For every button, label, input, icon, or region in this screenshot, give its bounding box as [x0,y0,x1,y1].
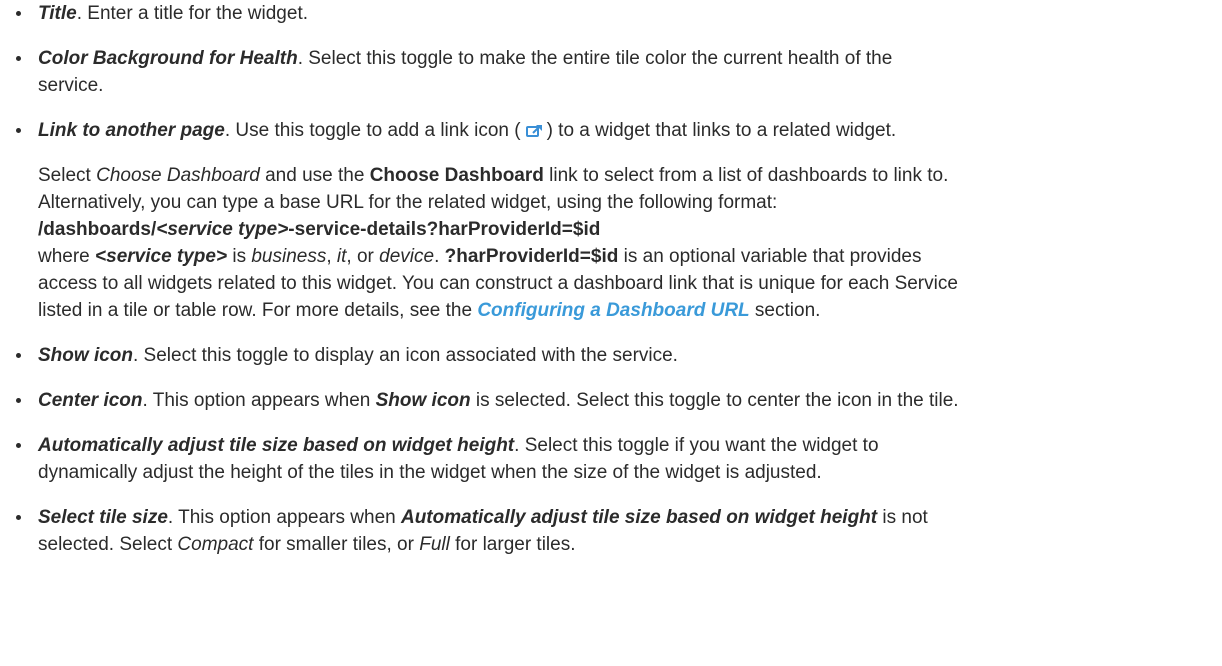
description: ) to a widget that links to a related wi… [546,120,897,141]
url-part: -service-details?harProviderId=$id [288,219,601,240]
list-item-show-icon: Show icon. Select this toggle to display… [0,342,1212,369]
term-show-icon: Show icon [38,345,133,366]
text: for smaller tiles, or [253,534,420,555]
list-item-auto-adjust: Automatically adjust tile size based on … [0,432,1212,486]
term-select-tile-size: Select tile size [38,507,168,528]
paragraph: Automatically adjust tile size based on … [38,432,1212,486]
description: . Enter a title for the widget. [76,3,309,24]
list-item-color-background: Color Background for Health. Select this… [0,45,1212,99]
text: , or [346,246,380,267]
paragraph: Select Choose Dashboard and use the Choo… [38,162,1212,324]
text: section. [749,300,821,321]
paragraph: Title. Enter a title for the widget. [38,0,1212,27]
text: Select [38,165,97,186]
term-center-icon: Center icon [38,390,143,411]
configuring-dashboard-url-link[interactable]: Configuring a Dashboard URL [477,300,749,321]
description: . Select this toggle to make the entire … [297,48,893,69]
text: selected. Select [38,534,178,555]
text: is not [877,507,928,528]
option-list: Title. Enter a title for the widget. Col… [0,0,1212,558]
text: . [434,246,445,267]
text: Alternatively, you can type a base URL f… [38,192,778,213]
text: and use the [259,165,370,186]
choose-dashboard-link: Choose Dashboard [369,165,544,186]
service-type-placeholder: <service type> [95,246,228,267]
text: . Select this toggle if you want the wid… [514,435,879,456]
list-item-center-icon: Center icon. This option appears when Sh… [0,387,1212,414]
url-placeholder: <service type> [156,219,289,240]
text: dynamically adjust the height of the til… [38,462,822,483]
value-it: it [336,246,347,267]
description: service. [38,75,104,96]
text: link to select from a list of dashboards… [543,165,949,186]
description: . Use this toggle to add a link icon ( [224,120,521,141]
term-auto-adjust: Automatically adjust tile size based on … [38,435,515,456]
ref-show-icon: Show icon [375,390,471,411]
document-body: Title. Enter a title for the widget. Col… [0,0,1222,558]
text: , [326,246,337,267]
description: . Select this toggle to display an icon … [133,345,678,366]
text: where [38,246,96,267]
option-compact: Compact [177,534,254,555]
term-color-background: Color Background for Health [38,48,298,69]
text: for larger tiles. [449,534,576,555]
text: is [227,246,252,267]
text: is selected. Select this toggle to cente… [470,390,959,411]
value-business: business [251,246,327,267]
term-title: Title [38,3,77,24]
text: . This option appears when [167,507,401,528]
paragraph: Link to another page. Use this toggle to… [38,117,1212,144]
variable-name: ?harProviderId=$id [444,246,619,267]
option-choose-dashboard: Choose Dashboard [96,165,260,186]
text: is an optional variable that provides [618,246,922,267]
option-full: Full [419,534,450,555]
value-device: device [379,246,435,267]
paragraph: Color Background for Health. Select this… [38,45,1212,99]
url-part: /dashboards/ [38,219,157,240]
paragraph: Center icon. This option appears when Sh… [38,387,1212,414]
text: . This option appears when [142,390,376,411]
external-link-icon [525,119,543,137]
text: access to all widgets related to this wi… [38,273,958,294]
term-link-page: Link to another page [38,120,225,141]
paragraph: Show icon. Select this toggle to display… [38,342,1212,369]
list-item-select-tile-size: Select tile size. This option appears wh… [0,504,1212,558]
paragraph: Select tile size. This option appears wh… [38,504,1212,558]
url-format: /dashboards/<service type>-service-detai… [38,219,600,240]
list-item-link-to-another-page: Link to another page. Use this toggle to… [0,117,1212,324]
list-item-title: Title. Enter a title for the widget. [0,0,1212,27]
text: listed in a tile or table row. For more … [38,300,478,321]
ref-auto-adjust: Automatically adjust tile size based on … [400,507,878,528]
